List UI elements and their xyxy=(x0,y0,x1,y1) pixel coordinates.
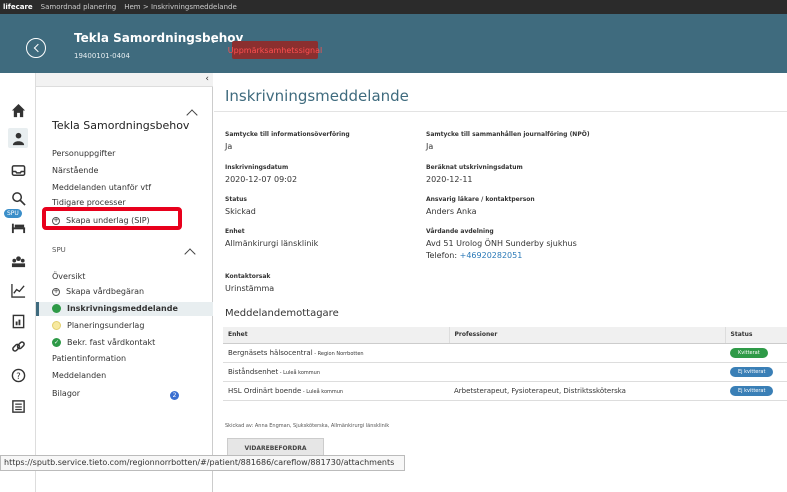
table-row[interactable]: Bergnäsets hälsocentral - Region Norrbot… xyxy=(223,343,787,363)
recipient-status: Kvitterat xyxy=(725,343,787,363)
sidebar-section-label: SPU xyxy=(52,246,66,254)
icon-rail: ? xyxy=(0,73,36,492)
recipient-unit: HSL Ordinärt boende - Luleå kommun xyxy=(223,381,449,401)
group-icon[interactable] xyxy=(8,251,28,271)
chevron-down-icon[interactable]: ⌄ xyxy=(210,36,217,45)
sidebar: ‹ Tekla Samordningsbehov Personuppgifter… xyxy=(36,73,213,492)
divider xyxy=(214,111,787,112)
physician-label: Ansvarig läkare / kontaktperson xyxy=(426,196,535,203)
status-done-icon xyxy=(52,304,61,313)
chart-icon[interactable] xyxy=(8,280,28,300)
sidebar-item-messages-outside[interactable]: Meddelanden utanför vtf xyxy=(52,183,151,192)
unit-label: Enhet xyxy=(225,228,245,235)
admission-date-label: Inskrivningsdatum xyxy=(225,164,289,171)
status-pending-icon xyxy=(52,321,61,330)
home-icon[interactable] xyxy=(8,100,28,120)
page-title: Inskrivningsmeddelande xyxy=(225,87,409,105)
unit-value: Allmänkirurgi länsklinik xyxy=(225,239,319,248)
app-context[interactable]: Samordnad planering xyxy=(41,3,117,11)
table-row[interactable]: HSL Ordinärt boende - Luleå kommun Arbets… xyxy=(223,381,787,401)
brand-logo: lifecare xyxy=(3,3,33,11)
back-icon[interactable] xyxy=(26,38,46,58)
sidebar-title: Tekla Samordningsbehov xyxy=(52,119,190,132)
recipient-professions: Arbetsterapeut, Fysioterapeut, Distrikts… xyxy=(449,381,725,401)
consent-npo-label: Samtycke till sammanhållen journalföring… xyxy=(426,131,590,138)
patient-id: 19400101-0404 xyxy=(74,52,130,60)
recipient-status: Ej kvitterat xyxy=(725,362,787,382)
sidebar-item-previous-processes[interactable]: Tidigare processer xyxy=(52,198,126,207)
consent-info-value: Ja xyxy=(225,142,233,151)
patient-icon[interactable] xyxy=(8,128,28,148)
table-row[interactable]: Biståndsenhet - Luleå kommun Ej kvitterat xyxy=(223,362,787,382)
contact-reason-value: Urinstämma xyxy=(225,284,275,293)
sidebar-item-patient-info[interactable]: Patientinformation xyxy=(52,354,126,363)
search-icon[interactable] xyxy=(8,188,28,208)
ward-value: Avd 51 Urolog ÖNH Sunderby sjukhus xyxy=(426,239,577,248)
status-url-bar: https://sputb.service.tieto.com/regionno… xyxy=(0,455,405,471)
contact-reason-label: Kontaktorsak xyxy=(225,273,271,280)
spu-badge: SPU xyxy=(4,209,22,218)
discharge-date-value: 2020-12-11 xyxy=(426,175,473,184)
sidebar-item-relatives[interactable]: Närstående xyxy=(52,166,98,175)
link-icon[interactable] xyxy=(8,336,28,356)
top-bar: lifecare Samordnad planering Hem > Inskr… xyxy=(0,0,787,14)
patient-name[interactable]: Tekla Samordningsbehov xyxy=(74,31,243,45)
recipient-unit: Biståndsenhet - Luleå kommun xyxy=(223,362,449,382)
recipients-table: Enhet Professioner Status Bergnäsets häl… xyxy=(223,327,787,401)
svg-text:?: ? xyxy=(16,370,20,380)
recipients-title: Meddelandemottagare xyxy=(225,308,339,319)
physician-value: Anders Anka xyxy=(426,207,477,216)
chevron-up-icon[interactable] xyxy=(184,248,196,260)
attention-signal-badge[interactable]: Uppmärksamhetssignal xyxy=(228,41,322,59)
sidebar-item-planning-basis[interactable]: Planeringsunderlag xyxy=(52,321,144,330)
admission-date-value: 2020-12-07 09:02 xyxy=(225,175,298,184)
collapse-sidebar-icon[interactable]: ‹ xyxy=(205,74,209,84)
attachments-count-badge: 2 xyxy=(170,391,179,400)
consent-npo-value: Ja xyxy=(426,142,434,151)
column-header-unit[interactable]: Enhet xyxy=(223,327,450,344)
list-icon[interactable] xyxy=(8,396,28,416)
report-icon[interactable] xyxy=(8,311,28,331)
sidebar-item-messages[interactable]: Meddelanden xyxy=(52,371,106,380)
sidebar-item-create-request[interactable]: + Skapa vårdbegäran xyxy=(52,287,144,296)
status-badge: Kvitterat xyxy=(730,347,768,358)
recipient-unit: Bergnäsets hälsocentral - Region Norrbot… xyxy=(223,343,449,363)
main-content: Inskrivningsmeddelande Samtycke till inf… xyxy=(214,73,787,492)
sidebar-item-overview[interactable]: Översikt xyxy=(52,272,85,281)
sidebar-item-admission-message[interactable]: Inskrivningsmeddelande xyxy=(52,304,178,313)
sidebar-collapse-strip: ‹ xyxy=(36,73,213,87)
status-badge: Ej kvitterat xyxy=(730,366,774,377)
consent-info-label: Samtycke till informationsöverföring xyxy=(225,131,350,138)
plus-circle-icon: + xyxy=(52,287,60,296)
sidebar-item-personal-data[interactable]: Personuppgifter xyxy=(52,149,115,158)
patient-header: Tekla Samordningsbehov 19400101-0404 ⌄ U… xyxy=(0,14,787,73)
check-circle-icon: ✓ xyxy=(52,338,61,347)
sent-by-text: Skickad av: Anna Engman, Sjuksköterska, … xyxy=(225,423,390,429)
recipient-professions xyxy=(449,343,725,363)
bed-icon[interactable] xyxy=(8,216,28,236)
ward-phone: Telefon: +46920282051 xyxy=(426,251,523,260)
inbox-icon[interactable] xyxy=(8,160,28,180)
status-badge: Ej kvitterat xyxy=(730,385,774,396)
phone-link[interactable]: +46920282051 xyxy=(460,251,523,260)
status-label: Status xyxy=(225,196,247,203)
column-header-status[interactable]: Status xyxy=(725,327,787,344)
help-icon[interactable]: ? xyxy=(8,365,28,385)
discharge-date-label: Beräknat utskrivningsdatum xyxy=(426,164,523,171)
status-value: Skickad xyxy=(225,207,256,216)
ward-label: Vårdande avdelning xyxy=(426,228,494,235)
column-header-professions[interactable]: Professioner xyxy=(449,327,726,344)
breadcrumb[interactable]: Hem > Inskrivningsmeddelande xyxy=(124,3,237,11)
annotation-highlight-box xyxy=(42,207,182,230)
sidebar-item-attachments[interactable]: Bilagor xyxy=(52,389,80,398)
sidebar-item-confirmed-contact[interactable]: ✓ Bekr. fast vårdkontakt xyxy=(52,338,155,347)
recipient-professions xyxy=(449,362,725,382)
recipient-status: Ej kvitterat xyxy=(725,381,787,401)
